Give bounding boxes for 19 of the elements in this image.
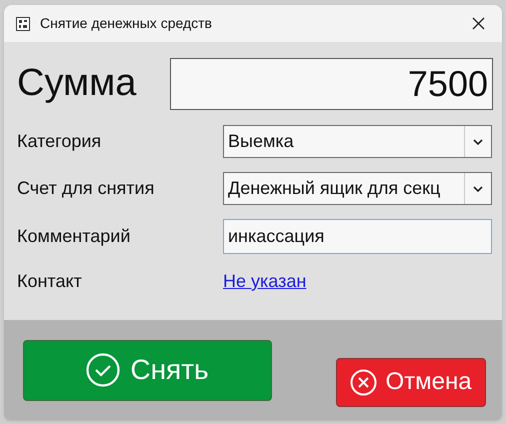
dropdown[interactable]: Выемка — [223, 125, 492, 158]
field-label: Комментарий — [17, 225, 132, 248]
contact-link[interactable]: Не указан — [223, 268, 306, 295]
amount-field[interactable]: 7500 — [170, 58, 493, 110]
check-circle-icon — [86, 353, 120, 387]
field-label: Категория — [17, 130, 102, 153]
amount-label: Сумма — [17, 61, 138, 106]
cancel-button[interactable]: Отмена — [336, 358, 486, 406]
close-icon — [472, 17, 484, 30]
field-label: Счет для снятия — [17, 177, 156, 200]
app-icon — [16, 16, 30, 30]
chevron-down-icon — [473, 138, 483, 144]
close-circle-icon — [350, 368, 378, 396]
dropdown[interactable]: Денежный ящик для секц — [223, 172, 492, 205]
comment-field[interactable]: инкассация — [223, 219, 492, 254]
withdraw-button[interactable]: Снять — [23, 340, 272, 400]
chevron-down-icon — [473, 186, 483, 192]
field-label: Контакт — [17, 270, 83, 293]
window-title: Снятие денежных средств — [40, 14, 212, 33]
